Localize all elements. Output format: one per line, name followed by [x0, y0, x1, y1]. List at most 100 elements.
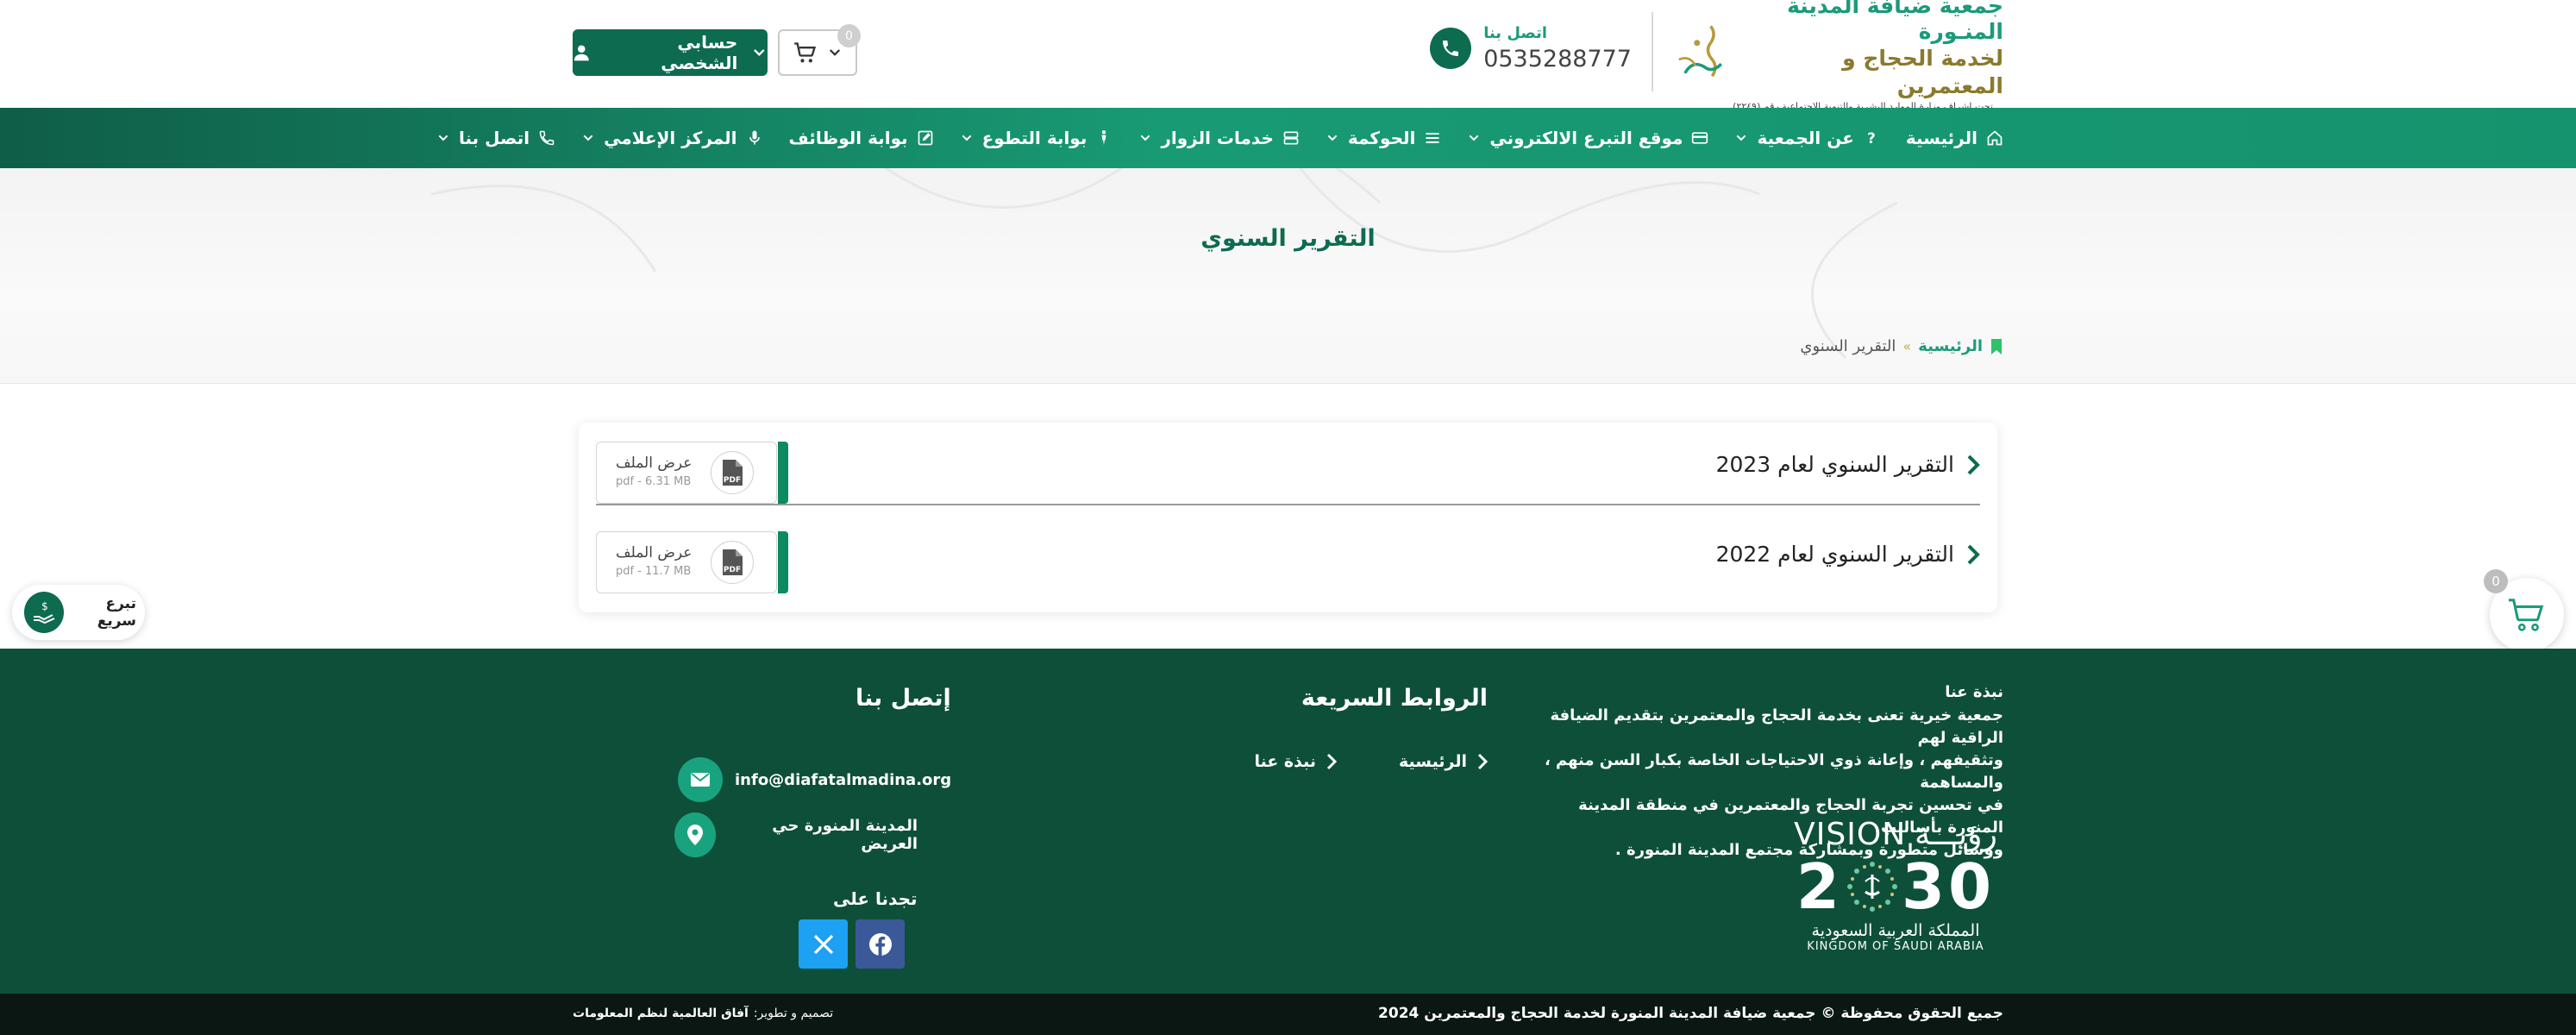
server-icon	[1283, 131, 1299, 145]
chevron-down-icon	[962, 135, 972, 141]
contact-phone[interactable]: 0535288777	[1483, 46, 1632, 72]
chevron-down-icon	[754, 49, 765, 56]
breadcrumb-separator: »	[1902, 338, 1912, 354]
card-icon	[1692, 132, 1708, 144]
quick-donate-button[interactable]: تبرع سريع $	[12, 585, 145, 640]
location-pin-icon	[674, 812, 716, 857]
chevron-left-icon	[1967, 455, 1980, 474]
header-contact[interactable]: اتصل بنا 0535288777	[1430, 24, 1632, 72]
list-icon	[1426, 133, 1439, 143]
nav-item-label: اتصل بنا	[459, 128, 530, 148]
file-view-label: عرض الملف	[616, 544, 693, 561]
file-size: pdf - 6.31 MB	[616, 475, 692, 488]
report-toggle[interactable]: التقرير السنوي لعام 2022	[1716, 542, 1980, 567]
mic-icon	[749, 130, 760, 145]
report-title: التقرير السنوي لعام 2022	[1715, 542, 1954, 567]
nav-item[interactable]: الرئيسية	[1906, 128, 2003, 148]
nav-item[interactable]: ? عن الجمعية	[1734, 128, 1879, 148]
vision-year-left: 2	[1796, 850, 1843, 923]
footer-link-label: الرئيسية	[1399, 752, 1467, 771]
view-file-button[interactable]: PDF عرض الملف pdf - 11.7 MB	[596, 531, 788, 593]
nav-item[interactable]: خدمات الزوار	[1138, 128, 1300, 148]
chevron-down-icon	[829, 49, 841, 56]
footer-contact-title: إتصل بنا	[856, 685, 951, 712]
breadcrumb: الرئيسية » التقرير السنوي	[1800, 337, 2003, 355]
report-toggle[interactable]: التقرير السنوي لعام 2023	[1716, 452, 1980, 477]
about-line: جمعية خيرية تعنى بخدمة الحجاج والمعتمرين…	[1550, 706, 2003, 747]
quick-links-title: الروابط السريعة	[1301, 685, 1488, 712]
contact-text: اتصل بنا 0535288777	[1483, 24, 1632, 72]
pdf-icon: PDF	[711, 451, 754, 494]
footer-email[interactable]: info@diafatalmadina.org	[678, 757, 951, 802]
footer-address: المدينة المنورة حي العريض	[674, 812, 918, 857]
view-file-button[interactable]: PDF عرض الملف pdf - 6.31 MB	[596, 442, 788, 504]
about-title: نبذة عنا	[1945, 683, 2003, 701]
svg-text:PDF: PDF	[724, 566, 741, 574]
vision-top: VISION رؤيـــة	[1794, 817, 1997, 852]
chevron-down-icon	[583, 135, 593, 141]
vision-word-en: VISION	[1794, 817, 1907, 852]
svg-text:PDF: PDF	[724, 476, 741, 485]
footer-email-text: info@diafatalmadina.org	[735, 770, 952, 789]
nav-items: الرئيسية? عن الجمعية موقع التبرع الالكترون…	[436, 108, 2003, 168]
my-account-label: حسابي الشخصي	[661, 32, 738, 73]
copyright-bar: جميع الحقوق محفوظة © جمعية ضيافة المدينة…	[0, 994, 2576, 1035]
vision-year-right: 30	[1901, 850, 1996, 923]
logo-line-1: جمعية ضيافة المدينة المنـورة	[1787, 0, 2003, 44]
breadcrumb-current: التقرير السنوي	[1800, 337, 1896, 355]
credit-link[interactable]: آفاق العالمية لنظم المعلومات	[573, 1007, 749, 1020]
nav-item-label: المركز الإعلامي	[604, 128, 737, 148]
nav-item-label: بوابة الوظائف	[788, 128, 908, 148]
cart-icon	[794, 42, 817, 63]
nav-item[interactable]: اتصل بنا	[436, 128, 555, 148]
vision-2030-logo: VISION رؤيـــة 2 30 المملكة العربية السع…	[1788, 817, 2003, 963]
vision-country-en: KINGDOM OF SAUDI ARABIA	[1807, 940, 1984, 953]
vision-emblem-icon	[1846, 862, 1897, 912]
nav-item-label: الرئيسية	[1905, 128, 1977, 148]
chevron-down-icon	[1737, 135, 1746, 141]
nav-item-label: موقع التبرع الالكتروني	[1489, 128, 1683, 148]
footer-link-about[interactable]: نبذة عنا	[1254, 752, 1338, 771]
file-view-label: عرض الملف	[616, 455, 693, 472]
file-accent-bar	[778, 442, 788, 504]
my-account-button[interactable]: حسابي الشخصي	[573, 29, 768, 76]
logo-mark-icon	[1678, 25, 1723, 78]
nav-item-label: بوابة التطوع	[981, 128, 1087, 148]
bookmark-icon	[1991, 338, 2002, 354]
facebook-icon	[868, 932, 892, 956]
svg-text:$: $	[41, 600, 48, 612]
cart-count-badge: 0	[837, 24, 861, 47]
x-twitter-link[interactable]	[799, 919, 848, 969]
breadcrumb-home-link[interactable]: الرئيسية	[1918, 337, 1983, 355]
main-navbar: الرئيسية? عن الجمعية موقع التبرع الالكترون…	[0, 108, 2576, 168]
site-footer: نبذة عنا جمعية خيرية تعنى بخدمة الحجاج و…	[0, 649, 2576, 994]
vision-country-ar: المملكة العربية السعودية	[1811, 921, 1980, 940]
chevron-down-icon	[1470, 135, 1479, 141]
svg-text:?: ?	[1867, 130, 1876, 147]
chevron-left-icon	[1967, 544, 1980, 564]
nav-item[interactable]: بوابة الوظائف	[789, 128, 934, 148]
nav-item[interactable]: الحوكمة	[1326, 128, 1442, 148]
site-logo[interactable]: جمعية ضيافة المدينة المنـورة لخدمة الحجا…	[1671, 0, 2003, 112]
facebook-link[interactable]	[856, 919, 905, 969]
quick-links-list: الرئيسية نبذة عنا	[1254, 752, 1488, 771]
quick-donate-label: تبرع سريع	[97, 595, 136, 630]
envelope-icon	[678, 757, 723, 802]
banner-pattern	[430, 168, 1898, 360]
file-meta: عرض الملف pdf - 6.31 MB	[616, 455, 699, 488]
reports-card: التقرير السنوي لعام 2023 PDF عرض الملف p…	[579, 423, 1997, 612]
footer-link-home[interactable]: الرئيسية	[1399, 752, 1488, 771]
nav-item[interactable]: موقع التبرع الالكتروني	[1467, 128, 1708, 148]
chevron-left-icon	[1477, 753, 1488, 770]
chevron-down-icon	[1327, 135, 1338, 141]
nav-item[interactable]: المركز الإعلامي	[581, 128, 762, 148]
phone-icon	[1430, 28, 1472, 69]
nav-item[interactable]: بوابة التطوع	[960, 128, 1113, 148]
chevron-left-icon	[1326, 753, 1338, 770]
floating-cart-badge: 0	[2484, 569, 2508, 593]
phone-icon	[539, 130, 555, 146]
nav-item-label: عن الجمعية	[1757, 128, 1854, 148]
edit-icon	[918, 130, 932, 146]
footer-address-text: المدينة المنورة حي العريض	[772, 817, 918, 853]
pdf-icon: PDF	[711, 541, 754, 584]
